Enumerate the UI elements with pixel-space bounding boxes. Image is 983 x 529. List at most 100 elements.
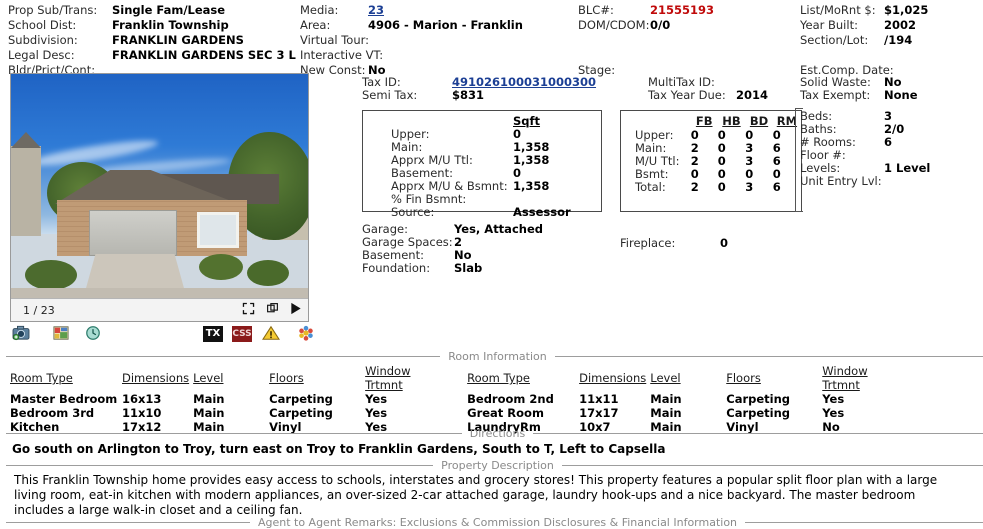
- table-row: Master Bedroom 16x13 Main Carpeting Yes: [10, 392, 455, 406]
- section-header-description: Property Description: [0, 459, 983, 472]
- summary-price-value: 2002: [884, 18, 917, 32]
- summary-property-row: School Dist: Franklin Township: [8, 18, 296, 33]
- summary-blc-row: [578, 48, 714, 63]
- room-table-left: Room Type Dimensions Level Floors Window Trt…: [10, 364, 455, 434]
- tx-badge-label: TX: [203, 326, 223, 342]
- fireplace-block: Fireplace: 0: [620, 237, 728, 250]
- property-photo[interactable]: [11, 74, 308, 299]
- garage-value: Yes, Attached: [454, 222, 543, 236]
- room-cell-level: Main: [650, 406, 682, 420]
- rule-left: [6, 465, 434, 466]
- fireplace-label: Fireplace:: [620, 236, 676, 250]
- history-clock-icon[interactable]: [84, 325, 102, 344]
- summary-price-label: List/MoRnt $:: [800, 3, 876, 17]
- room-col-header: Floors: [269, 371, 304, 385]
- property-photo-viewer[interactable]: 1 / 23: [10, 73, 309, 322]
- room-header-row: Room Type Dimensions Level Floors Window Trt…: [467, 364, 912, 392]
- sqft-header: Sqft: [513, 114, 541, 128]
- rule-right: [561, 465, 983, 466]
- sqft-label: Source:: [391, 205, 435, 219]
- garage-info-block: Garage: Yes, Attached Garage Spaces:2 Basem…: [362, 223, 543, 275]
- listing-action-toolbar: TX CSS: [10, 324, 313, 346]
- multitax-value: 2014: [736, 88, 769, 102]
- color-cluster-icon[interactable]: [297, 325, 315, 344]
- tax-row: Semi Tax: $831: [362, 89, 596, 102]
- garage-row: Foundation: Slab: [362, 262, 543, 275]
- summary-property-row: Prop Sub/Trans: Single Fam/Lease: [8, 3, 296, 18]
- summary-price-row: Section/Lot: /194: [800, 33, 928, 48]
- expand-icon[interactable]: [236, 302, 260, 318]
- room-count-box: FB HB BD RM Upper: 0 0 0 0 Main: 2 0 3 6 M/U Ttl: 2 0 3 6 B…: [620, 110, 802, 212]
- duplicate-icon[interactable]: [260, 302, 284, 318]
- rule-left: [6, 522, 250, 523]
- tx-badge-icon[interactable]: TX: [203, 325, 223, 342]
- summary-blc-value: 0/0: [650, 18, 671, 32]
- summary-blc-value: 21555193: [650, 3, 715, 17]
- summary-price-label: [800, 48, 884, 63]
- summary-media-row: Media: 23: [300, 3, 523, 18]
- map-icon[interactable]: [52, 325, 70, 344]
- section-title-directions: Directions: [469, 427, 526, 440]
- photo-counter: 1 / 23: [23, 303, 55, 317]
- room-count-col-header: BD: [749, 114, 769, 128]
- sqft-value: 0: [513, 166, 522, 180]
- room-cell-window: Yes: [365, 406, 388, 420]
- sqft-value: 1,358: [513, 179, 550, 193]
- waste-label: Tax Exempt:: [800, 88, 871, 102]
- room-cell-level: Main: [193, 392, 225, 406]
- warning-icon[interactable]: [262, 325, 280, 344]
- photo-garage-door: [89, 210, 177, 256]
- room-col-header: Window Trtmnt: [365, 364, 411, 392]
- room-count-cell: 2: [690, 180, 699, 194]
- beds-value: 3: [884, 109, 893, 123]
- beds-baths-block: Beds: 3 Baths: 2/0 # Rooms: 6 Floor #: Levels: 1…: [800, 110, 930, 188]
- photo-bush: [25, 260, 77, 290]
- rule-left: [6, 356, 441, 357]
- room-cell-window: Yes: [822, 392, 845, 406]
- summary-blc-row: BLC#: 21555193: [578, 3, 714, 18]
- summary-property-row: Subdivision: FRANKLIN GARDENS: [8, 33, 296, 48]
- room-count-col-header: FB: [695, 114, 713, 128]
- summary-media-label: Area:: [300, 18, 331, 32]
- table-row: Bedroom 3rd 11x10 Main Carpeting Yes: [10, 406, 455, 420]
- room-cell-window: Yes: [365, 392, 388, 406]
- multitax-label: Tax Year Due:: [648, 88, 726, 102]
- table-row: Great Room 17x17 Main Carpeting Yes: [467, 406, 912, 420]
- sqft-value: 1,358: [513, 153, 550, 167]
- room-col-header: Room Type: [10, 371, 73, 385]
- sqft-value: 1,358: [513, 140, 550, 154]
- listing-summary-header: Prop Sub/Trans: Single Fam/Lease School Di…: [0, 0, 983, 77]
- room-count-col-header: HB: [722, 114, 741, 128]
- room-cell-type: Bedroom 2nd: [467, 392, 554, 406]
- garage-label: Foundation:: [362, 261, 431, 275]
- summary-property-value: FRANKLIN GARDENS: [112, 33, 244, 47]
- room-count-cell: 0: [717, 180, 726, 194]
- section-title-description: Property Description: [441, 459, 554, 472]
- summary-media-value[interactable]: 23: [368, 3, 384, 18]
- room-cell-type: Master Bedroom: [10, 392, 118, 406]
- summary-media-row: Virtual Tour:: [300, 33, 523, 48]
- rule-right: [554, 356, 983, 357]
- summary-property-label: Subdivision:: [8, 33, 78, 47]
- summary-price-row: List/MoRnt $: $1,025: [800, 3, 928, 18]
- rule-right: [745, 522, 983, 523]
- room-col-header: Dimensions: [122, 371, 190, 385]
- waste-row: Tax Exempt: None: [800, 89, 918, 102]
- tax-value[interactable]: 491026100031000300: [452, 75, 596, 89]
- room-cell-floors: Carpeting: [726, 392, 791, 406]
- summary-column-property: Prop Sub/Trans: Single Fam/Lease School Di…: [8, 3, 296, 78]
- summary-price-row: [800, 48, 928, 63]
- summary-price-value: $1,025: [884, 3, 929, 17]
- photo-neighbor-house-left: [11, 132, 41, 236]
- play-icon[interactable]: [284, 302, 308, 318]
- camera-icon[interactable]: [12, 325, 30, 344]
- photo-window: [197, 212, 239, 248]
- fireplace-value: 0: [720, 236, 729, 250]
- summary-blc-label: [578, 48, 650, 63]
- garage-value: No: [454, 248, 472, 262]
- room-col-header: Level: [193, 371, 224, 385]
- multitax-row: Tax Year Due: 2014: [648, 89, 768, 102]
- room-cell-type: Bedroom 3rd: [10, 406, 95, 420]
- css-badge-icon[interactable]: CSS: [232, 325, 252, 342]
- summary-price-label: Section/Lot:: [800, 33, 869, 47]
